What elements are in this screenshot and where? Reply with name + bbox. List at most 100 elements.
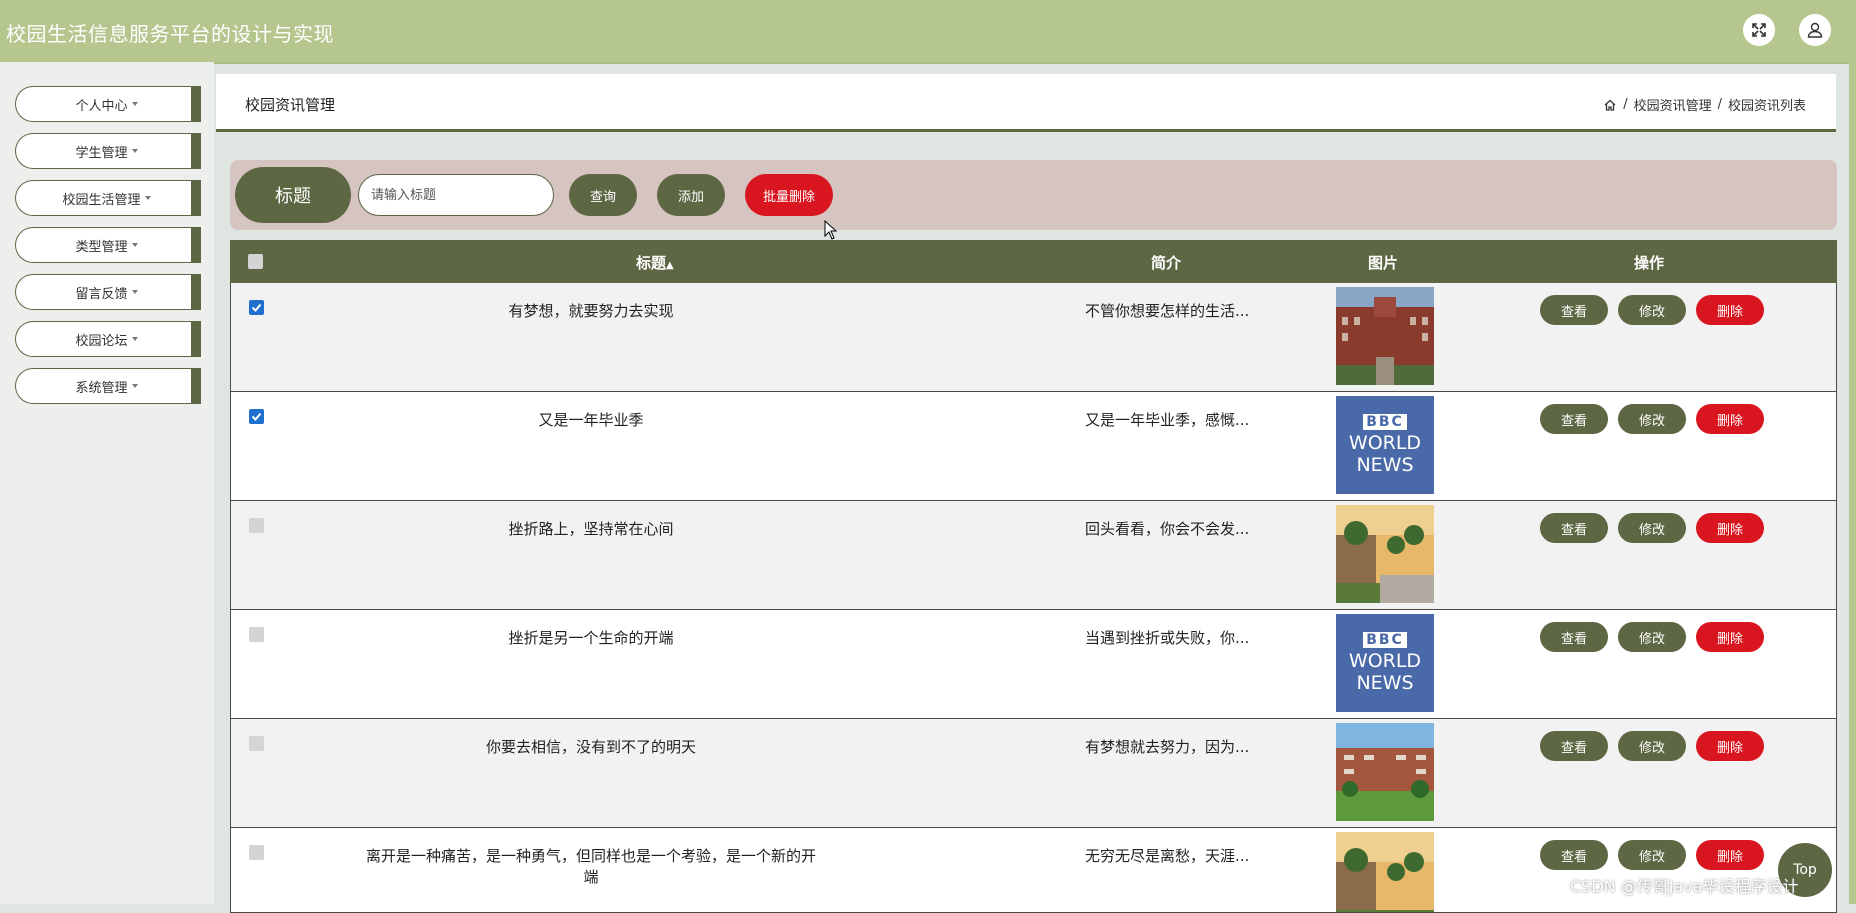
watermark: CSDN @传哥Java毕设程序设计 — [1570, 877, 1799, 896]
top-header: 校园生活信息服务平台的设计与实现 — [0, 0, 1856, 64]
edit-button[interactable]: 修改 — [1618, 404, 1686, 434]
row-image[interactable] — [1336, 505, 1434, 603]
bbc-logo-line: NEWS — [1356, 454, 1414, 476]
row-checkbox[interactable] — [249, 627, 264, 642]
page-title: 校园资讯管理 — [245, 96, 336, 114]
row-checkbox[interactable] — [249, 518, 264, 533]
table-row: 离开是一种痛苦，是一种勇气，但同样也是一个考验，是一个新的开端 无穷无尽是离愁，… — [230, 828, 1837, 913]
sidebar-item-campus-life-management[interactable]: 校园生活管理 — [15, 180, 201, 216]
caret-down-icon — [131, 149, 138, 153]
sidebar-item-type-management[interactable]: 类型管理 — [15, 227, 201, 263]
query-button[interactable]: 查询 — [569, 174, 637, 216]
expand-icon — [1752, 23, 1766, 37]
breadcrumb-item: 校园资讯列表 — [1727, 99, 1806, 114]
sidebar-item-feedback[interactable]: 留言反馈 — [15, 274, 201, 310]
sort-icon[interactable]: ▲︎ — [666, 260, 674, 271]
sidebar-item-label: 学生管理 — [75, 145, 128, 161]
row-title: 挫折路上，坚持常在心间 — [508, 520, 674, 538]
user-button[interactable] — [1799, 14, 1831, 46]
check-icon — [251, 303, 262, 312]
row-intro: 当遇到挫折或失败，你... — [1085, 629, 1250, 647]
header-title[interactable]: 标题▲︎ — [636, 252, 674, 273]
bbc-logo-line: WORLD — [1348, 650, 1422, 672]
bbc-logo: BBC — [1363, 414, 1407, 430]
row-title: 离开是一种痛苦，是一种勇气，但同样也是一个考验，是一个新的开端 — [365, 847, 816, 886]
sidebar-item-personal-center[interactable]: 个人中心 — [15, 86, 201, 122]
caret-down-icon — [144, 196, 151, 200]
sidebar-item-label: 校园论坛 — [75, 333, 128, 349]
caret-down-icon — [131, 243, 138, 247]
caret-down-icon — [131, 384, 138, 388]
view-button[interactable]: 查看 — [1540, 731, 1608, 761]
delete-button[interactable]: 删除 — [1696, 404, 1764, 434]
edit-button[interactable]: 修改 — [1618, 622, 1686, 652]
caret-down-icon — [131, 290, 138, 294]
delete-button[interactable]: 删除 — [1696, 513, 1764, 543]
sidebar-item-label: 系统管理 — [75, 380, 128, 396]
header-actions: 操作 — [1634, 254, 1665, 272]
mouse-cursor-icon — [824, 220, 838, 240]
campus-building-image — [1336, 287, 1434, 385]
row-checkbox[interactable] — [249, 845, 264, 860]
app-title: 校园生活信息服务平台的设计与实现 — [6, 22, 334, 46]
row-intro: 不管你想要怎样的生活... — [1085, 302, 1250, 320]
edit-button[interactable]: 修改 — [1618, 731, 1686, 761]
table-row: 挫折是另一个生命的开端 当遇到挫折或失败，你... BBC WORLD NEWS… — [230, 610, 1837, 719]
edit-button[interactable]: 修改 — [1618, 840, 1686, 870]
view-button[interactable]: 查看 — [1540, 840, 1608, 870]
sidebar-item-label: 个人中心 — [75, 98, 128, 114]
row-image[interactable] — [1336, 832, 1434, 912]
edit-button[interactable]: 修改 — [1618, 295, 1686, 325]
row-intro: 又是一年毕业季，感慨... — [1085, 411, 1250, 429]
page-scrollbar[interactable] — [1849, 0, 1856, 904]
title-search-input[interactable] — [358, 174, 554, 216]
view-button[interactable]: 查看 — [1540, 404, 1608, 434]
header-title-label: 标题 — [636, 254, 667, 272]
breadcrumb-separator: / — [1623, 97, 1628, 112]
batch-delete-button[interactable]: 批量删除 — [745, 174, 833, 216]
row-title: 你要去相信，没有到不了的明天 — [485, 738, 696, 756]
sidebar-item-campus-forum[interactable]: 校园论坛 — [15, 321, 201, 357]
table-row: 你要去相信，没有到不了的明天 有梦想就去努力，因为... 查看 修改 删除 — [230, 719, 1837, 828]
select-all-checkbox[interactable] — [248, 254, 263, 269]
delete-button[interactable]: 删除 — [1696, 840, 1764, 870]
delete-button[interactable]: 删除 — [1696, 731, 1764, 761]
delete-button[interactable]: 删除 — [1696, 622, 1764, 652]
bbc-logo-line: NEWS — [1356, 672, 1414, 694]
row-title: 有梦想，就要努力去实现 — [508, 302, 674, 320]
view-button[interactable]: 查看 — [1540, 513, 1608, 543]
campus-garden-image — [1336, 723, 1434, 821]
breadcrumb: / 校园资讯管理 / 校园资讯列表 — [1603, 95, 1806, 114]
view-button[interactable]: 查看 — [1540, 295, 1608, 325]
bbc-logo-line: WORLD — [1348, 432, 1422, 454]
table-header: 标题▲︎ 简介 图片 操作 — [230, 240, 1837, 283]
table-row: 挫折路上，坚持常在心间 回头看看，你会不会发... 查看 修改 删除 — [230, 501, 1837, 610]
delete-button[interactable]: 删除 — [1696, 295, 1764, 325]
sidebar-item-label: 留言反馈 — [75, 286, 128, 302]
search-label: 标题 — [235, 167, 351, 223]
sidebar-item-student-management[interactable]: 学生管理 — [15, 133, 201, 169]
row-image[interactable]: BBC WORLD NEWS — [1336, 396, 1434, 494]
user-icon — [1807, 22, 1823, 38]
row-image[interactable]: BBC WORLD NEWS — [1336, 614, 1434, 712]
row-image[interactable] — [1336, 287, 1434, 385]
sidebar-item-system-management[interactable]: 系统管理 — [15, 368, 201, 404]
breadcrumb-item[interactable]: 校园资讯管理 — [1634, 95, 1712, 114]
fullscreen-button[interactable] — [1743, 14, 1775, 46]
row-checkbox[interactable] — [249, 300, 264, 315]
row-image[interactable] — [1336, 723, 1434, 821]
sidebar: 个人中心 学生管理 校园生活管理 类型管理 留言反馈 校园论坛 系统管理 — [0, 62, 214, 904]
home-icon[interactable] — [1603, 98, 1617, 112]
row-intro: 有梦想就去努力，因为... — [1085, 738, 1250, 756]
bbc-logo: BBC — [1363, 632, 1407, 648]
breadcrumb-separator: / — [1717, 97, 1722, 112]
view-button[interactable]: 查看 — [1540, 622, 1608, 652]
row-intro: 回头看看，你会不会发... — [1085, 520, 1250, 538]
row-title: 挫折是另一个生命的开端 — [508, 629, 674, 647]
row-checkbox[interactable] — [249, 736, 264, 751]
campus-sunset-image — [1336, 832, 1434, 912]
add-button[interactable]: 添加 — [657, 174, 725, 216]
row-checkbox[interactable] — [249, 409, 264, 424]
edit-button[interactable]: 修改 — [1618, 513, 1686, 543]
campus-sunset-image — [1336, 505, 1434, 603]
